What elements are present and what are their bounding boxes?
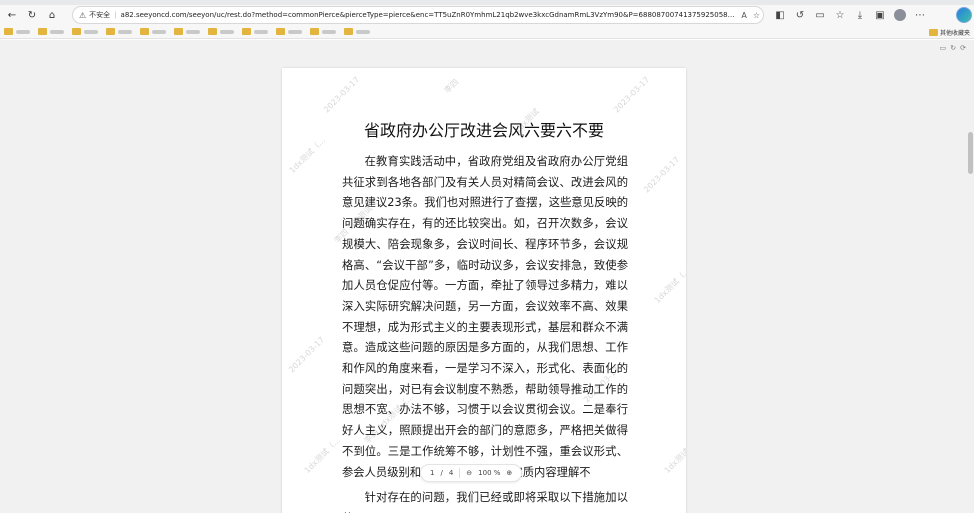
url-text[interactable]: a82.seeyoncd.com/seeyon/uc/rest.do?metho… — [121, 11, 737, 19]
bookmark-label — [254, 29, 268, 34]
folder-icon — [140, 28, 149, 35]
folder-icon — [344, 28, 353, 35]
folder-icon — [242, 28, 251, 35]
bookmark-folder[interactable] — [310, 28, 336, 35]
favorite-star-icon[interactable]: ☆ — [753, 11, 760, 20]
folder-icon — [276, 28, 285, 35]
bookmark-folder[interactable] — [106, 28, 132, 35]
rotate-icon[interactable]: ↻ — [950, 44, 956, 52]
bookmark-folder[interactable] — [174, 28, 200, 35]
security-label[interactable]: 不安全 — [89, 10, 110, 20]
watermark: 2023-03-17 — [322, 75, 362, 115]
other-favorites[interactable]: 其他收藏夹 — [928, 25, 970, 39]
folder-icon — [4, 28, 13, 35]
address-bar-row: ← ↻ ⌂ ⚠ 不安全 | a82.seeyoncd.com/seeyon/uc… — [0, 5, 974, 25]
bookmark-label — [220, 29, 234, 34]
browser-toolbar: ◧ ↺ ▭ ☆ ⤓ ▣ ⋯ — [770, 5, 930, 25]
bookmark-label — [16, 29, 30, 34]
more-icon[interactable]: ⋯ — [910, 10, 930, 21]
split-screen-icon[interactable]: ▭ — [810, 10, 830, 21]
refresh-icon[interactable]: ↻ — [24, 7, 40, 23]
refresh-extension-icon[interactable]: ↺ — [790, 10, 810, 21]
folder-icon — [72, 28, 81, 35]
bookmark-label — [322, 29, 336, 34]
warning-icon[interactable]: ⚠ — [79, 11, 86, 20]
bookmark-label — [356, 29, 370, 34]
watermark: 2023-03-17 — [287, 335, 327, 375]
zoom-in-icon[interactable]: ⊕ — [506, 469, 512, 477]
total-pages: 4 — [448, 469, 454, 477]
current-page[interactable]: 1 — [430, 469, 434, 477]
page-navigation-control: 1 / 4 ⊖ 100 % ⊕ — [420, 464, 523, 482]
refresh-doc-icon[interactable]: ⟳ — [960, 44, 966, 52]
watermark: 李四 — [442, 77, 461, 96]
bookmark-folder[interactable] — [344, 28, 370, 35]
copilot-icon[interactable] — [956, 7, 972, 23]
control-divider — [459, 468, 461, 478]
watermark: 2023-03-17 — [642, 155, 682, 195]
watermark: 2023-03-17 — [612, 75, 652, 115]
bookmark-label — [50, 29, 64, 34]
bookmark-label — [118, 29, 132, 34]
home-icon[interactable]: ⌂ — [44, 7, 60, 23]
watermark: 1dx测试（… — [302, 435, 343, 476]
page-separator: / — [440, 469, 443, 477]
favorites-icon[interactable]: ☆ — [830, 10, 850, 21]
scrollbar[interactable] — [967, 40, 974, 513]
bookmark-folder[interactable] — [72, 28, 98, 35]
folder-icon — [38, 28, 47, 35]
document-viewer: ▭ ↻ ⟳ 李四 1dx测试 2023-03-17 2023-03-17 1dx… — [0, 40, 974, 513]
folder-icon — [310, 28, 319, 35]
bookmark-folder[interactable] — [276, 28, 302, 35]
other-favorites-label: 其他收藏夹 — [939, 29, 970, 37]
profile-avatar[interactable] — [894, 9, 906, 21]
bookmark-folder[interactable] — [140, 28, 166, 35]
bookmark-folder[interactable] — [208, 28, 234, 35]
watermark: 1dx测试（… — [662, 435, 686, 476]
folder-icon — [174, 28, 183, 35]
address-actions: A ☆ — [738, 11, 763, 20]
bookmark-folder[interactable] — [38, 28, 64, 35]
zoom-level: 100 % — [478, 469, 501, 477]
download-icon[interactable]: ⤓ — [850, 10, 870, 21]
document-page: 李四 1dx测试 2023-03-17 2023-03-17 1dx测试（… 2… — [282, 68, 686, 513]
address-bar[interactable]: ⚠ 不安全 | a82.seeyoncd.com/seeyon/uc/rest.… — [72, 6, 764, 24]
bookmark-label — [186, 29, 200, 34]
folder-icon — [208, 28, 217, 35]
zoom-out-icon[interactable]: ⊖ — [466, 469, 472, 477]
read-aloud-icon[interactable]: A — [741, 11, 746, 20]
document-paragraph: 针对存在的问题，我们已经或即将采取以下措施加以整 — [342, 491, 628, 513]
extension-icon[interactable]: ◧ — [770, 10, 790, 21]
fit-page-icon[interactable]: ▭ — [940, 44, 947, 52]
bookmark-label — [288, 29, 302, 34]
folder-icon — [928, 28, 938, 36]
address-divider: | — [114, 11, 117, 19]
document-body: 在教育实践活动中，省政府党组及省政府办公厅党组共征求到各地各部门及有关人员对精简… — [342, 152, 628, 513]
bookmark-folder[interactable] — [4, 28, 30, 35]
document-title: 省政府办公厅改进会风六要六不要 — [363, 121, 604, 140]
bookmark-folder[interactable] — [242, 28, 268, 35]
folder-icon — [106, 28, 115, 35]
bookmarks-bar: 其他收藏夹 — [0, 25, 974, 39]
viewer-toolbar: ▭ ↻ ⟳ — [936, 44, 966, 52]
watermark: 1dx测试（… — [652, 265, 686, 306]
back-icon[interactable]: ← — [4, 7, 20, 23]
scrollbar-thumb[interactable] — [968, 132, 973, 174]
bookmark-label — [152, 29, 166, 34]
bookmark-label — [84, 29, 98, 34]
collections-icon[interactable]: ▣ — [870, 10, 890, 21]
document-paragraph: 在教育实践活动中，省政府党组及省政府办公厅党组共征求到各地各部门及有关人员对精简… — [342, 155, 628, 479]
